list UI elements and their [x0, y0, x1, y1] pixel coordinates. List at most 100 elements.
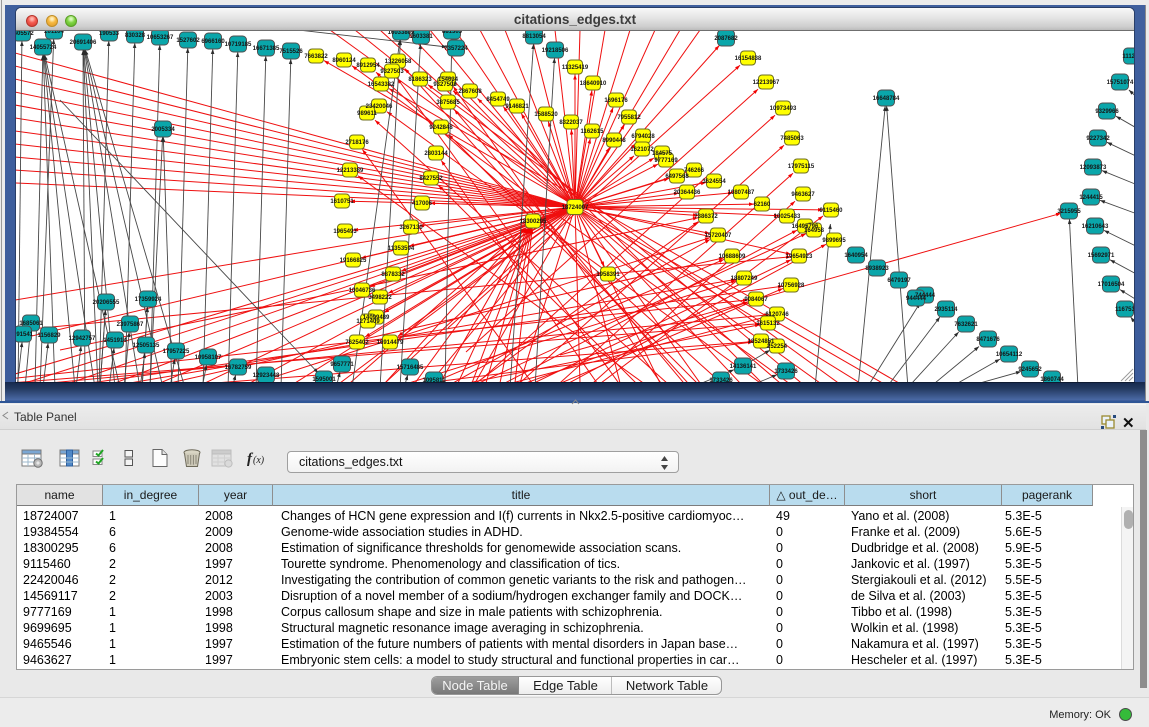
svg-text:20206555: 20206555	[93, 300, 120, 306]
svg-text:391541: 391541	[16, 332, 34, 338]
svg-text:3624554: 3624554	[702, 179, 726, 185]
svg-text:18300295: 18300295	[520, 219, 547, 225]
svg-text:746266: 746266	[684, 168, 705, 174]
svg-text:14136141: 14136141	[730, 364, 757, 370]
svg-text:7625402: 7625402	[345, 340, 369, 346]
svg-text:7485063: 7485063	[780, 136, 804, 142]
svg-text:12213389: 12213389	[337, 168, 364, 174]
svg-text:9329966: 9329966	[1095, 109, 1119, 115]
svg-text:15751074: 15751074	[1107, 80, 1134, 86]
svg-text:2935114: 2935114	[934, 307, 958, 313]
svg-text:10653267: 10653267	[147, 35, 174, 41]
svg-text:201104: 201104	[44, 31, 64, 35]
svg-text:19166825: 19166825	[340, 258, 367, 264]
svg-text:9146821: 9146821	[505, 104, 529, 110]
svg-text:19218506: 19218506	[542, 48, 569, 54]
svg-text:9777169: 9777169	[654, 158, 678, 164]
svg-text:1162615: 1162615	[580, 129, 604, 135]
svg-text:15692971: 15692971	[1088, 253, 1115, 259]
svg-text:6120746: 6120746	[765, 312, 789, 318]
svg-text:(x): (x)	[253, 455, 265, 466]
svg-text:17957225: 17957225	[163, 349, 190, 355]
svg-text:8471676: 8471676	[976, 337, 1000, 343]
svg-text:12505135: 12505135	[133, 343, 160, 349]
svg-text:12093873: 12093873	[1080, 165, 1107, 171]
svg-text:16648784: 16648784	[873, 96, 900, 102]
svg-text:11325419: 11325419	[562, 65, 589, 71]
svg-text:1588520: 1588520	[534, 112, 558, 118]
svg-text:9084067: 9084067	[744, 297, 768, 303]
svg-text:7632621: 7632621	[954, 322, 978, 328]
svg-text:17975115: 17975115	[788, 164, 815, 170]
svg-text:1451914: 1451914	[103, 338, 127, 344]
svg-text:8990448: 8990448	[602, 138, 626, 144]
svg-text:12923448: 12923448	[253, 373, 280, 379]
svg-text:9327508: 9327508	[433, 82, 457, 88]
svg-text:19654923: 19654923	[786, 254, 813, 260]
svg-text:1605572: 1605572	[16, 31, 34, 37]
svg-text:16782759: 16782759	[225, 365, 252, 371]
svg-text:7386372: 7386372	[694, 214, 718, 220]
svg-text:10654112: 10654112	[996, 352, 1023, 358]
svg-text:9657771: 9657771	[330, 362, 354, 368]
svg-text:1603381: 1603381	[409, 34, 433, 40]
svg-text:1595001: 1595001	[312, 377, 336, 382]
svg-text:14055724: 14055724	[30, 45, 57, 51]
svg-text:10807487: 10807487	[728, 190, 755, 196]
svg-text:944444: 944444	[906, 296, 927, 302]
svg-text:3215955: 3215955	[1057, 209, 1081, 215]
svg-text:252254: 252254	[767, 344, 788, 350]
svg-text:190533: 190533	[99, 31, 120, 37]
svg-text:8912954: 8912954	[356, 63, 380, 69]
svg-text:9327503: 9327503	[380, 69, 404, 75]
svg-text:881305: 881305	[442, 31, 463, 35]
svg-text:16671385: 16671385	[253, 46, 280, 52]
svg-text:17016504: 17016504	[1098, 282, 1125, 288]
svg-text:1244415: 1244415	[1079, 195, 1103, 201]
svg-text:10688609: 10688609	[719, 254, 746, 260]
svg-text:8427552: 8427552	[419, 176, 443, 182]
svg-text:1615132: 1615132	[756, 321, 780, 327]
svg-text:16543382: 16543382	[368, 82, 395, 88]
svg-text:9227342: 9227342	[1086, 136, 1110, 142]
svg-text:2867608: 2867608	[458, 89, 482, 95]
svg-text:6966160: 6966160	[201, 39, 225, 45]
svg-text:1958391: 1958391	[596, 272, 620, 278]
svg-text:2087682: 2087682	[714, 36, 738, 42]
svg-text:184575: 184575	[652, 151, 673, 157]
svg-text:62160: 62160	[754, 202, 771, 208]
svg-text:10756928: 10756928	[778, 283, 805, 289]
svg-text:16210643: 16210643	[1082, 224, 1109, 230]
svg-text:8960124: 8960124	[332, 58, 356, 64]
svg-text:1733426: 1733426	[774, 369, 798, 375]
svg-text:1965493: 1965493	[333, 229, 357, 235]
svg-text:1156829: 1156829	[37, 333, 61, 339]
svg-text:3498222: 3498222	[368, 295, 392, 301]
svg-text:8938923: 8938923	[865, 266, 889, 272]
svg-text:7955812: 7955812	[617, 115, 641, 121]
svg-text:1271409: 1271409	[356, 319, 380, 325]
svg-text:6794028: 6794028	[631, 134, 655, 140]
svg-text:1733426: 1733426	[709, 378, 733, 382]
svg-text:1640954: 1640954	[844, 253, 868, 259]
svg-text:18807249: 18807249	[731, 276, 758, 282]
svg-text:6497568: 6497568	[665, 174, 689, 180]
svg-text:9115460: 9115460	[819, 208, 843, 214]
svg-text:15716485: 15716485	[397, 365, 424, 371]
svg-text:3875685: 3875685	[436, 100, 460, 106]
svg-text:1095811: 1095811	[422, 378, 446, 382]
svg-text:10025433: 10025433	[774, 214, 801, 220]
svg-text:2005334: 2005334	[151, 127, 175, 133]
svg-text:1685061: 1685061	[19, 321, 43, 327]
svg-text:6479197: 6479197	[887, 278, 911, 284]
svg-text:20691406: 20691406	[70, 40, 97, 46]
svg-text:164958: 164958	[804, 228, 825, 234]
svg-text:7663822: 7663822	[304, 54, 328, 60]
svg-text:7357224: 7357224	[444, 46, 468, 52]
svg-text:1696176: 1696176	[604, 98, 628, 104]
svg-text:8878332: 8878332	[381, 272, 405, 278]
svg-text:18640910: 18640910	[580, 81, 607, 87]
svg-text:10973493: 10973493	[770, 106, 797, 112]
svg-text:10719185: 10719185	[225, 42, 252, 48]
svg-text:1860744: 1860744	[1040, 377, 1064, 382]
